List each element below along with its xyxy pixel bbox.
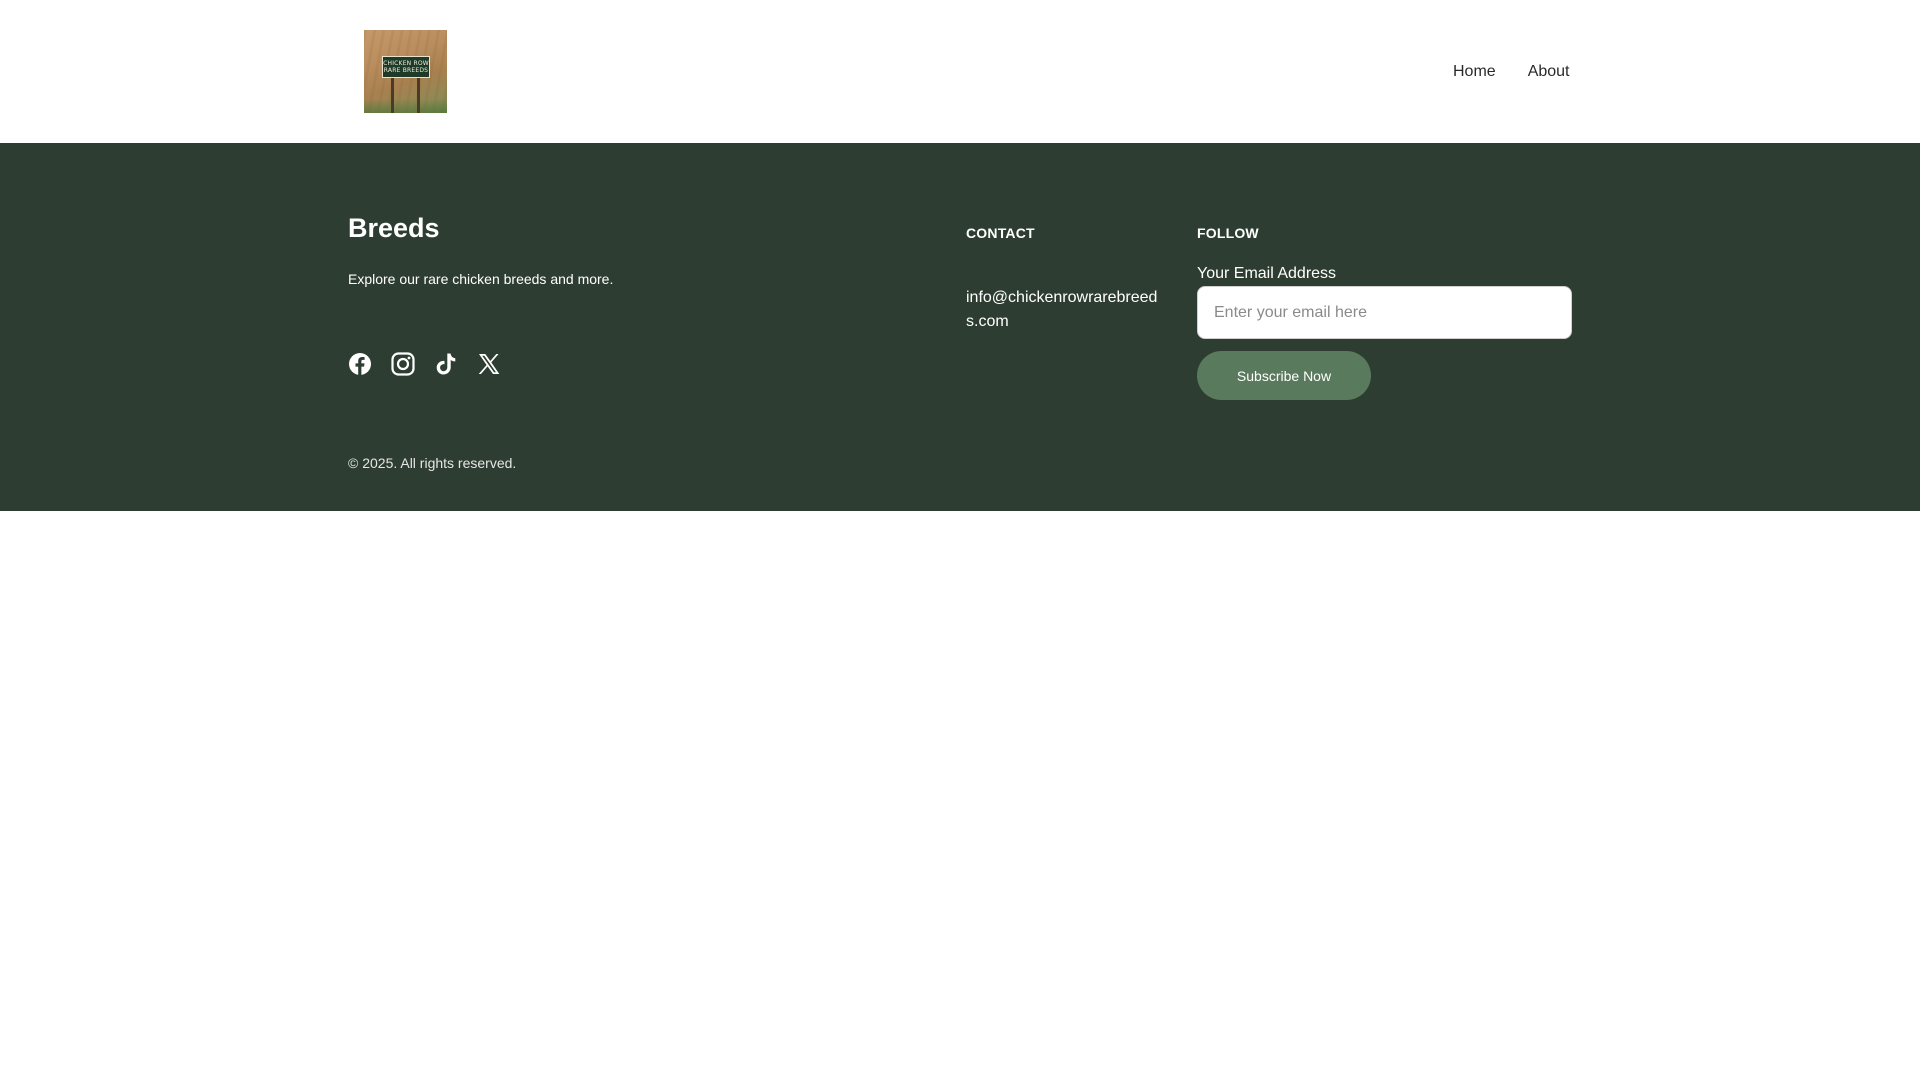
- contact-email-link[interactable]: info@chickenrowrarebreeds.com: [966, 286, 1166, 334]
- x-icon: [478, 354, 500, 374]
- email-label: Your Email Address: [1197, 265, 1337, 282]
- instagram-icon: [391, 352, 415, 376]
- logo-text-line1: CHICKEN ROW: [383, 60, 429, 67]
- x-link[interactable]: [477, 352, 501, 376]
- email-input[interactable]: [1197, 286, 1572, 339]
- nav-link-home[interactable]: Home: [1437, 60, 1512, 84]
- social-links: [348, 352, 501, 376]
- logo-grass: [364, 99, 447, 113]
- logo-text-line2: RARE BREEDS: [383, 67, 429, 74]
- footer-brand-title: Breeds: [348, 213, 440, 243]
- site-header: CHICKEN ROW RARE BREEDS Home About: [0, 0, 1920, 143]
- main-nav: Home About: [1437, 60, 1586, 84]
- nav-link-about[interactable]: About: [1512, 60, 1586, 84]
- logo-sign: CHICKEN ROW RARE BREEDS: [382, 56, 430, 78]
- follow-heading: FOLLOW: [1197, 225, 1259, 241]
- site-footer: Breeds Explore our rare chicken breeds a…: [0, 143, 1920, 511]
- site-logo[interactable]: CHICKEN ROW RARE BREEDS: [364, 30, 447, 113]
- tiktok-link[interactable]: [434, 352, 458, 376]
- footer-brand-tagline: Explore our rare chicken breeds and more…: [348, 271, 614, 287]
- tiktok-icon: [436, 353, 456, 375]
- contact-heading: CONTACT: [966, 225, 1035, 241]
- logo-sign-post: [417, 78, 420, 113]
- facebook-link[interactable]: [348, 352, 372, 376]
- copyright-text: © 2025. All rights reserved.: [348, 455, 517, 471]
- instagram-link[interactable]: [391, 352, 415, 376]
- facebook-icon: [349, 353, 371, 375]
- logo-sign-post: [391, 78, 394, 113]
- subscribe-button[interactable]: Subscribe Now: [1197, 351, 1371, 400]
